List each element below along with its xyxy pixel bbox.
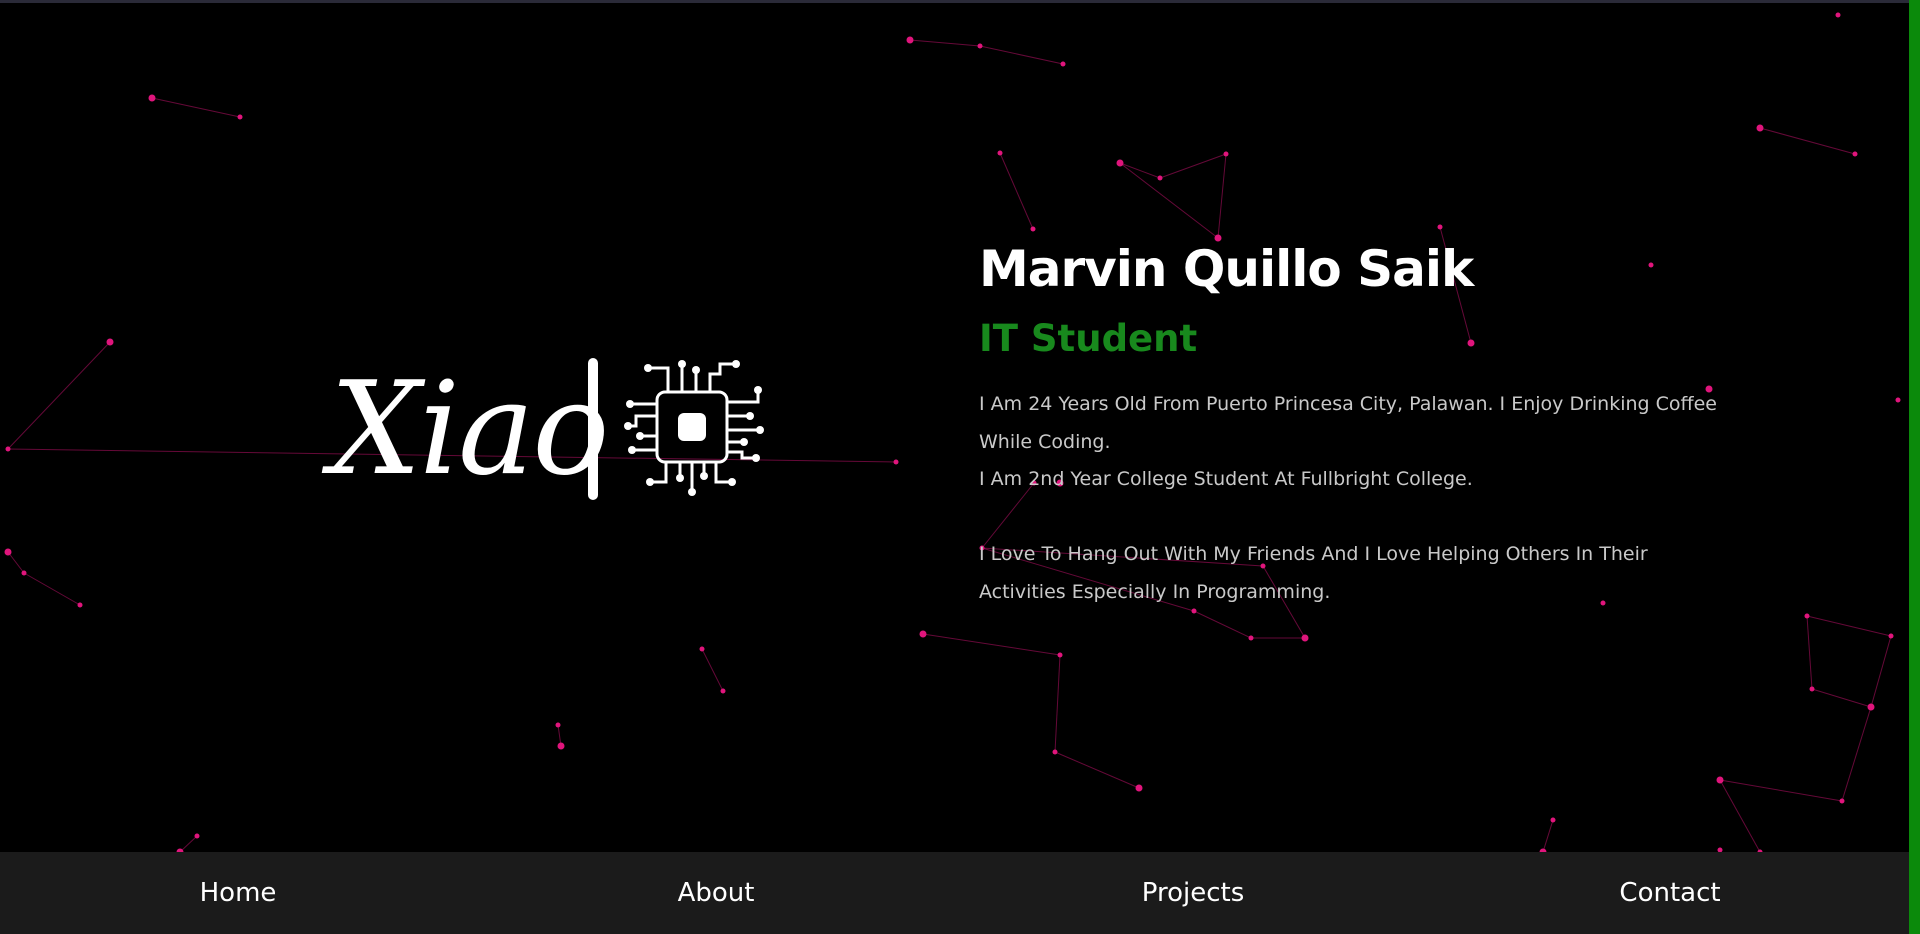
particle-link bbox=[1054, 654, 1061, 753]
particle-link bbox=[1841, 706, 1872, 802]
particle-dot bbox=[1057, 652, 1063, 658]
particle-link bbox=[151, 97, 241, 118]
scrollbar[interactable] bbox=[1909, 0, 1920, 934]
particle-link bbox=[1119, 162, 1161, 179]
particle-link bbox=[999, 152, 1034, 230]
particle-dot bbox=[1030, 226, 1036, 232]
particle-dot bbox=[77, 602, 83, 608]
particle-dot bbox=[557, 742, 565, 750]
particle-dot bbox=[1135, 784, 1143, 792]
bottom-navbar: Home About Projects Contact bbox=[0, 852, 1909, 934]
bio-paragraph: I Love To Hang Out With My Friends And I… bbox=[979, 543, 1648, 603]
particle-dot bbox=[1839, 798, 1845, 804]
particle-link bbox=[1759, 127, 1856, 155]
particle-link bbox=[701, 648, 724, 692]
particle-dot bbox=[919, 630, 927, 638]
particle-dot bbox=[1060, 61, 1066, 67]
particle-dot bbox=[720, 688, 726, 694]
particle-link bbox=[1719, 779, 1761, 852]
particle-dot bbox=[1223, 151, 1229, 157]
particle-link bbox=[7, 551, 25, 574]
profile-info: Marvin Quillo Saik IT Student I Am 24 Ye… bbox=[979, 236, 1739, 611]
bio-paragraph: I Am 2nd Year College Student At Fullbri… bbox=[979, 468, 1473, 490]
profile-bio: I Am 24 Years Old From Puerto Princesa C… bbox=[979, 386, 1739, 611]
nav-home[interactable]: Home bbox=[200, 852, 277, 934]
bio-paragraph: I Am 24 Years Old From Puerto Princesa C… bbox=[979, 393, 1717, 453]
particle-dot bbox=[1895, 397, 1901, 403]
particle-link bbox=[1806, 615, 1813, 690]
particle-link bbox=[7, 341, 111, 450]
particle-dot bbox=[1116, 159, 1124, 167]
particle-link bbox=[1054, 751, 1140, 789]
logo-divider bbox=[588, 358, 598, 500]
circuit-chip-icon bbox=[624, 360, 764, 496]
profile-role: IT Student bbox=[979, 317, 1198, 360]
particle-link bbox=[1159, 153, 1227, 179]
particle-link bbox=[23, 572, 81, 606]
particle-dot bbox=[977, 43, 983, 49]
particle-dot bbox=[906, 36, 914, 44]
particle-dot bbox=[1157, 175, 1163, 181]
particle-link bbox=[1193, 610, 1252, 639]
particle-dot bbox=[1248, 635, 1254, 641]
particle-dot bbox=[1888, 633, 1894, 639]
particle-dot bbox=[1804, 613, 1810, 619]
particle-link bbox=[922, 633, 1061, 656]
particle-dot bbox=[1052, 749, 1058, 755]
particle-dot bbox=[555, 722, 561, 728]
particle-dot bbox=[194, 833, 200, 839]
nav-about[interactable]: About bbox=[678, 852, 755, 934]
particle-dot bbox=[1867, 703, 1875, 711]
particle-dot bbox=[699, 646, 705, 652]
particle-dot bbox=[5, 446, 11, 452]
particle-dot bbox=[1852, 151, 1858, 157]
particle-dot bbox=[1809, 686, 1815, 692]
nav-contact[interactable]: Contact bbox=[1619, 852, 1720, 934]
particle-dot bbox=[21, 570, 27, 576]
particle-dot bbox=[106, 338, 114, 346]
particle-link bbox=[1542, 819, 1554, 852]
particle-dot bbox=[1301, 634, 1309, 642]
particle-dot bbox=[237, 114, 243, 120]
particle-dot bbox=[1437, 224, 1443, 230]
logo-text: Xiao bbox=[330, 355, 609, 504]
particle-link bbox=[1719, 779, 1843, 802]
particle-dot bbox=[997, 150, 1003, 156]
particle-dot bbox=[4, 548, 12, 556]
particle-dot bbox=[1550, 817, 1556, 823]
particle-link bbox=[1870, 635, 1892, 708]
particle-link bbox=[1811, 688, 1872, 708]
particle-dot bbox=[1835, 12, 1841, 18]
particle-dot bbox=[148, 94, 156, 102]
particle-link bbox=[1806, 615, 1892, 637]
particle-link bbox=[1217, 153, 1227, 239]
particle-dot bbox=[1756, 124, 1764, 132]
particle-link bbox=[979, 45, 1064, 65]
particle-dot bbox=[893, 459, 899, 465]
particle-dot bbox=[1716, 776, 1724, 784]
profile-name: Marvin Quillo Saik bbox=[979, 240, 1474, 298]
particle-link bbox=[909, 39, 981, 47]
nav-projects[interactable]: Projects bbox=[1142, 852, 1245, 934]
particle-link bbox=[179, 835, 198, 852]
site-logo: Xiao bbox=[330, 350, 780, 510]
